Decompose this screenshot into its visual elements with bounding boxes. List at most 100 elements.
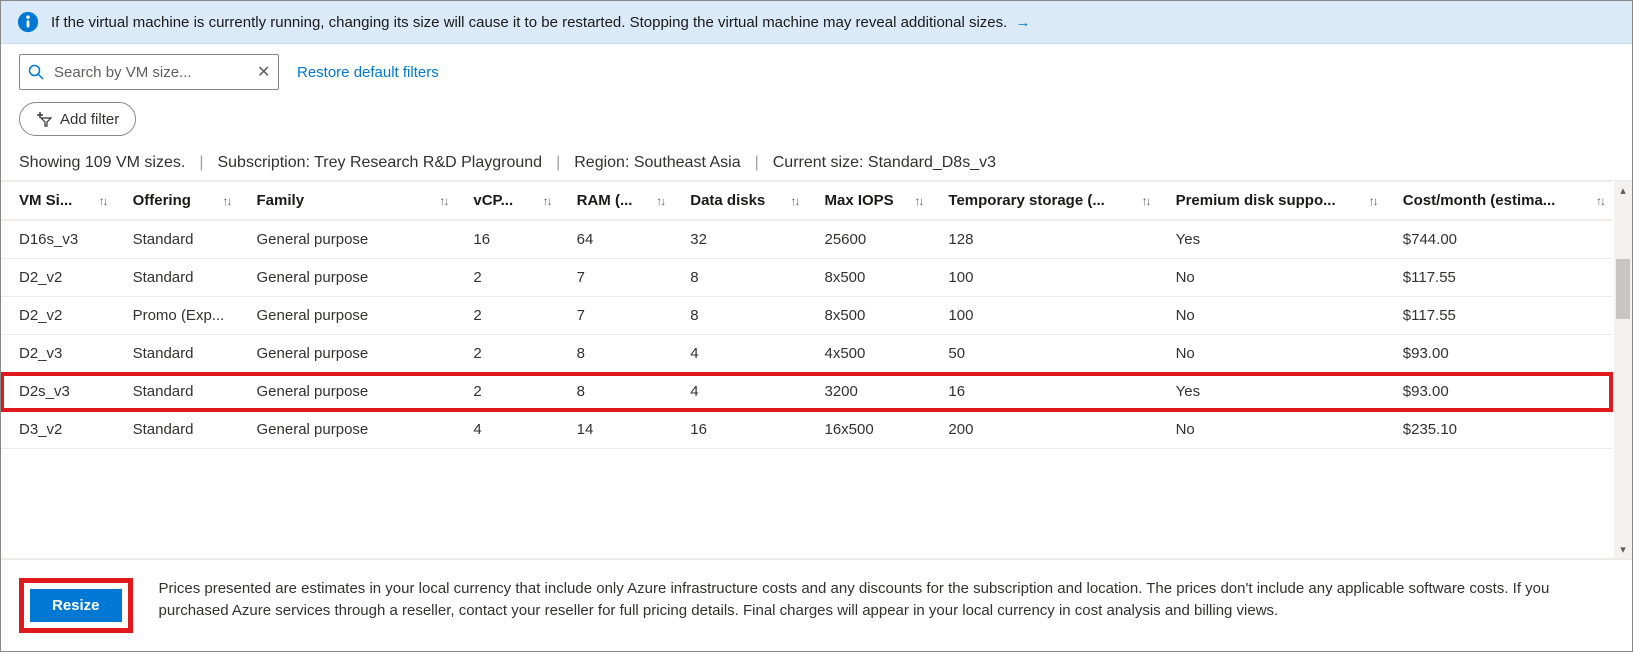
vertical-scrollbar[interactable]: ▴ ▾ [1614,181,1632,558]
add-filter-button[interactable]: Add filter [19,102,136,136]
restore-filters-link[interactable]: Restore default filters [297,64,439,81]
cell-premium: Yes [1158,220,1385,259]
sort-icon: ↑↓ [223,194,231,208]
cell-disks: 16 [672,411,806,449]
table-row[interactable]: D2_v2Promo (Exp...General purpose2788x50… [1,297,1612,335]
cell-cost: $93.00 [1385,373,1612,411]
column-header[interactable]: Data disks↑↓ [672,182,806,221]
cell-temp: 200 [930,411,1157,449]
cell-ram: 8 [559,373,673,411]
cell-vcpu: 2 [455,373,558,411]
column-header[interactable]: Family↑↓ [239,182,456,221]
table-header-row: VM Si...↑↓Offering↑↓Family↑↓vCP...↑↓RAM … [1,182,1612,221]
cell-premium: Yes [1158,373,1385,411]
cell-temp: 16 [930,373,1157,411]
scroll-thumb[interactable] [1616,259,1630,319]
cell-family: General purpose [239,297,456,335]
search-icon [28,64,44,80]
status-current: Current size: Standard_D8s_v3 [773,154,996,172]
column-header-label: VM Si... [19,192,72,209]
cell-cost: $117.55 [1385,259,1612,297]
cell-premium: No [1158,297,1385,335]
sort-icon: ↑↓ [1369,194,1377,208]
cell-temp: 100 [930,259,1157,297]
column-header-label: Temporary storage (... [948,192,1104,209]
cell-size: D3_v2 [1,411,115,449]
column-header[interactable]: Cost/month (estima...↑↓ [1385,182,1612,221]
sort-icon: ↑↓ [439,194,447,208]
cell-family: General purpose [239,373,456,411]
region-label: Region: [574,154,629,171]
cell-size: D2_v2 [1,259,115,297]
cell-offering: Standard [115,373,239,411]
column-header[interactable]: Max IOPS ↑↓ [806,182,930,221]
clear-icon[interactable]: ✕ [255,62,272,82]
column-header-label: Premium disk suppo... [1176,192,1336,209]
cell-cost: $744.00 [1385,220,1612,259]
footer: Resize Prices presented are estimates in… [1,558,1632,651]
info-icon [17,11,39,33]
scroll-track[interactable] [1614,199,1632,540]
status-count: Showing 109 VM sizes. [19,154,185,172]
cell-vcpu: 2 [455,335,558,373]
cell-iops: 4x500 [806,335,930,373]
cell-family: General purpose [239,220,456,259]
sort-icon: ↑↓ [1142,194,1150,208]
cell-temp: 100 [930,297,1157,335]
table-row[interactable]: D16s_v3StandardGeneral purpose1664322560… [1,220,1612,259]
column-header-label: Max IOPS [824,192,893,209]
scroll-up-icon[interactable]: ▴ [1614,181,1632,199]
current-size-label: Current size: [773,154,864,171]
cell-offering: Standard [115,220,239,259]
scroll-down-icon[interactable]: ▾ [1614,540,1632,558]
info-banner-msg: If the virtual machine is currently runn… [51,14,1007,31]
cell-offering: Standard [115,335,239,373]
cell-temp: 128 [930,220,1157,259]
column-header[interactable]: RAM (...↑↓ [559,182,673,221]
sort-icon: ↑↓ [790,194,798,208]
cell-size: D2_v2 [1,297,115,335]
cell-iops: 8x500 [806,259,930,297]
cell-iops: 25600 [806,220,930,259]
column-header[interactable]: Temporary storage (... ↑↓ [930,182,1157,221]
sort-icon: ↑↓ [99,194,107,208]
column-header-label: vCP... [473,192,513,209]
search-box[interactable]: ✕ [19,54,279,90]
column-header[interactable]: Offering↑↓ [115,182,239,221]
cell-size: D2s_v3 [1,373,115,411]
column-header[interactable]: vCP... ↑↓ [455,182,558,221]
add-filter-label: Add filter [60,111,119,128]
resize-button[interactable]: Resize [30,589,122,622]
cell-vcpu: 2 [455,297,558,335]
cell-offering: Standard [115,411,239,449]
table-row[interactable]: D2_v3StandardGeneral purpose2844x50050No… [1,335,1612,373]
table-row[interactable]: D3_v2StandardGeneral purpose4141616x5002… [1,411,1612,449]
cell-ram: 8 [559,335,673,373]
sort-icon: ↑↓ [1596,194,1604,208]
cell-size: D16s_v3 [1,220,115,259]
cell-offering: Promo (Exp... [115,297,239,335]
resize-highlight-box: Resize [19,578,133,633]
cell-disks: 4 [672,335,806,373]
cell-family: General purpose [239,411,456,449]
vm-size-table-wrap: VM Si...↑↓Offering↑↓Family↑↓vCP...↑↓RAM … [1,180,1632,558]
cell-ram: 7 [559,259,673,297]
cell-disks: 4 [672,373,806,411]
cell-vcpu: 16 [455,220,558,259]
column-header[interactable]: Premium disk suppo... ↑↓ [1158,182,1385,221]
table-row[interactable]: D2_v2StandardGeneral purpose2788x500100N… [1,259,1612,297]
arrow-right-icon: → [1015,14,1030,31]
column-header[interactable]: VM Si... ↑↓ [1,182,115,221]
table-row[interactable]: D2s_v3StandardGeneral purpose284320016Ye… [1,373,1612,411]
sort-icon: ↑↓ [914,194,922,208]
search-input[interactable] [52,63,255,82]
sort-icon: ↑↓ [543,194,551,208]
cell-premium: No [1158,259,1385,297]
cell-family: General purpose [239,335,456,373]
toolbar: ✕ Restore default filters Add filter Sho… [1,44,1632,172]
pricing-disclaimer: Prices presented are estimates in your l… [159,578,1614,622]
info-learn-more-link[interactable]: → [1015,14,1030,31]
cell-cost: $93.00 [1385,335,1612,373]
cell-temp: 50 [930,335,1157,373]
separator: | [556,154,560,172]
